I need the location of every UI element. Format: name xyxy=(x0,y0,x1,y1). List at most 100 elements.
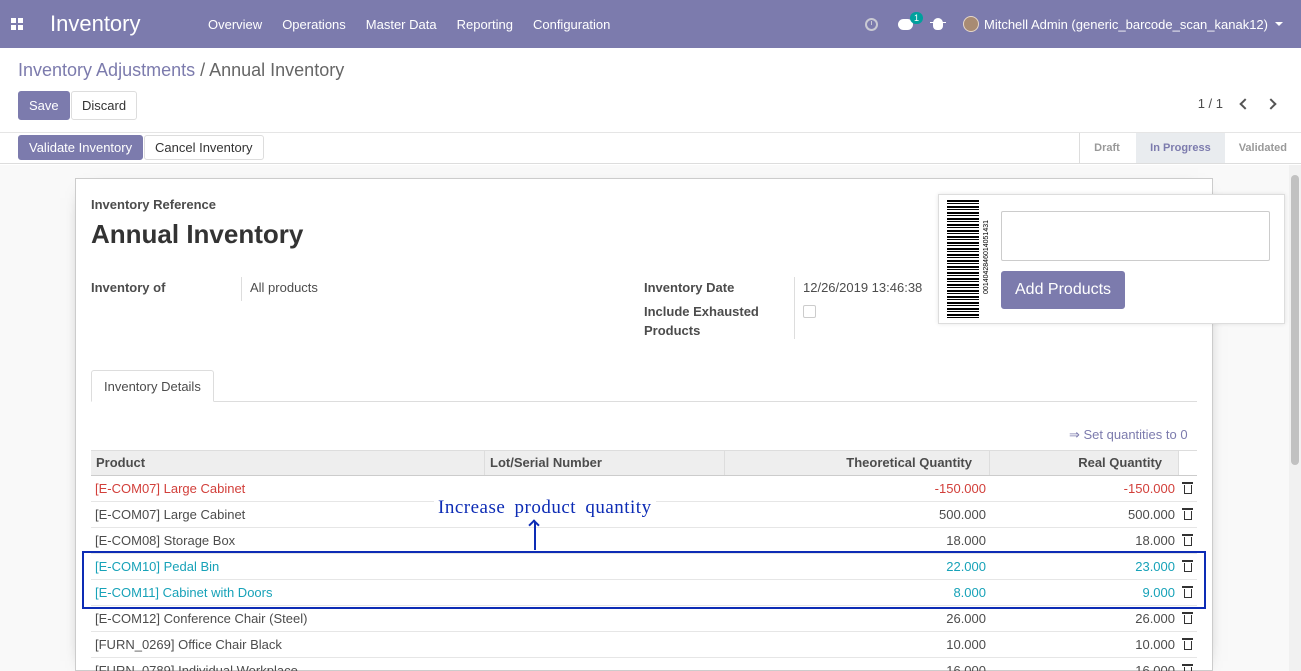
cancel-inventory-button[interactable]: Cancel Inventory xyxy=(144,135,264,160)
systray: 1 Mitchell Admin (generic_barcode_scan_k… xyxy=(855,0,1301,48)
highlight-box xyxy=(82,551,1206,609)
trash-icon xyxy=(1182,482,1193,494)
theoretical-quantity-cell[interactable]: 26.000 xyxy=(725,606,990,631)
trash-icon xyxy=(1182,664,1193,671)
header-theoretical-quantity[interactable]: Theoretical Quantity xyxy=(725,451,990,475)
product-cell[interactable]: [E-COM12] Conference Chair (Steel) xyxy=(91,606,485,631)
breadcrumb: Inventory Adjustments / Annual Inventory xyxy=(18,60,344,81)
real-quantity-cell[interactable]: 10.000 xyxy=(990,632,1179,657)
breadcrumb-current: Annual Inventory xyxy=(209,60,345,80)
barcode-image xyxy=(947,200,983,318)
theoretical-quantity-cell[interactable]: 16.000 xyxy=(725,658,990,671)
menu-overview[interactable]: Overview xyxy=(198,17,272,32)
scroll-thumb[interactable] xyxy=(1291,175,1299,465)
caret-down-icon xyxy=(1275,22,1283,26)
activity-button[interactable] xyxy=(855,17,888,31)
save-button[interactable]: Save xyxy=(18,91,70,120)
table-row[interactable]: [FURN_0789] Individual Workplace 16.000 16… xyxy=(91,658,1197,671)
product-cell[interactable]: [E-COM08] Storage Box xyxy=(91,528,485,553)
breadcrumb-separator: / xyxy=(195,60,210,80)
chat-icon: 1 xyxy=(898,11,924,30)
table-row[interactable]: [E-COM12] Conference Chair (Steel) 26.000… xyxy=(91,606,1197,632)
theoretical-quantity-cell[interactable]: 500.000 xyxy=(725,502,990,527)
inventory-reference-label: Inventory Reference xyxy=(91,197,216,212)
real-quantity-cell[interactable]: 26.000 xyxy=(990,606,1179,631)
product-cell[interactable]: [E-COM07] Large Cabinet xyxy=(91,502,485,527)
table-row[interactable]: [FURN_0269] Office Chair Black 10.000 10.0… xyxy=(91,632,1197,658)
annotation-text: Increase product quantity xyxy=(434,497,656,519)
top-navbar: Inventory Overview Operations Master Dat… xyxy=(0,0,1301,48)
breadcrumb-parent[interactable]: Inventory Adjustments xyxy=(18,60,195,80)
lot-serial-cell[interactable] xyxy=(485,658,725,671)
menu-configuration[interactable]: Configuration xyxy=(523,17,620,32)
pager-value: 1 / 1 xyxy=(1197,96,1223,111)
set-quantities-zero-link[interactable]: ⇒ Set quantities to 0 xyxy=(1069,427,1188,443)
add-products-button[interactable]: Add Products xyxy=(1001,271,1126,309)
inventory-reference-value: Annual Inventory xyxy=(91,219,304,249)
menu-operations[interactable]: Operations xyxy=(272,17,356,32)
app-brand[interactable]: Inventory xyxy=(50,11,182,37)
delete-row-button[interactable] xyxy=(1179,528,1197,553)
avatar xyxy=(963,16,979,32)
stage-bar: Draft In Progress Validated xyxy=(1079,133,1301,163)
header-product[interactable]: Product xyxy=(91,451,485,475)
delete-row-button[interactable] xyxy=(1179,502,1197,527)
header-lot-serial[interactable]: Lot/Serial Number xyxy=(485,451,725,475)
delete-row-button[interactable] xyxy=(1179,658,1197,671)
trash-icon xyxy=(1182,508,1193,520)
lot-serial-cell[interactable] xyxy=(485,632,725,657)
header-real-quantity[interactable]: Real Quantity xyxy=(990,451,1179,475)
inventory-date-value: 12/26/2019 13:46:38 xyxy=(803,280,923,295)
validate-inventory-button[interactable]: Validate Inventory xyxy=(18,135,144,160)
include-exhausted-label: Include Exhausted xyxy=(644,304,759,319)
trash-icon xyxy=(1182,638,1193,650)
menu-master-data[interactable]: Master Data xyxy=(356,17,447,32)
product-cell[interactable]: [FURN_0269] Office Chair Black xyxy=(91,632,485,657)
delete-row-button[interactable] xyxy=(1179,606,1197,631)
table-header: Product Lot/Serial Number Theoretical Qu… xyxy=(91,450,1197,476)
field-separator xyxy=(794,277,795,339)
pager: 1 / 1 xyxy=(1197,96,1277,111)
real-quantity-cell[interactable]: 16.000 xyxy=(990,658,1179,671)
chevron-right-icon[interactable] xyxy=(1265,97,1277,110)
menu-reporting[interactable]: Reporting xyxy=(447,17,523,32)
trash-icon xyxy=(1182,534,1193,546)
user-menu[interactable]: Mitchell Admin (generic_barcode_scan_kan… xyxy=(953,16,1301,32)
chevron-left-icon[interactable] xyxy=(1239,97,1251,110)
include-exhausted-label-2: Products xyxy=(644,323,701,338)
barcode-number: 0014042846014051431 xyxy=(983,220,990,294)
stage-draft[interactable]: Draft xyxy=(1080,133,1136,163)
product-cell[interactable]: [E-COM07] Large Cabinet xyxy=(91,476,485,501)
real-quantity-cell[interactable]: -150.000 xyxy=(990,476,1179,501)
product-cell[interactable]: [FURN_0789] Individual Workplace xyxy=(91,658,485,671)
real-quantity-cell[interactable]: 18.000 xyxy=(990,528,1179,553)
lot-serial-cell[interactable] xyxy=(485,606,725,631)
include-exhausted-checkbox[interactable] xyxy=(803,305,816,318)
tab-inventory-details[interactable]: Inventory Details xyxy=(91,370,214,402)
debug-button[interactable] xyxy=(923,18,953,30)
chat-count-badge: 1 xyxy=(910,11,924,24)
apps-menu-icon[interactable] xyxy=(0,0,34,48)
real-quantity-cell[interactable]: 500.000 xyxy=(990,502,1179,527)
tab-divider xyxy=(91,401,1197,402)
inventory-of-value: All products xyxy=(250,280,318,295)
main-menu: Overview Operations Master Data Reportin… xyxy=(198,17,620,32)
theoretical-quantity-cell[interactable]: 10.000 xyxy=(725,632,990,657)
inventory-date-label: Inventory Date xyxy=(644,280,735,295)
theoretical-quantity-cell[interactable]: -150.000 xyxy=(725,476,990,501)
stage-validated[interactable]: Validated xyxy=(1225,133,1301,163)
clock-icon xyxy=(865,17,878,31)
inventory-of-label: Inventory of xyxy=(91,280,166,295)
scrollbar[interactable] xyxy=(1289,165,1301,671)
messaging-button[interactable]: 1 xyxy=(888,11,924,30)
barcode-scan-widget: 0014042846014051431 Add Products xyxy=(938,194,1285,324)
theoretical-quantity-cell[interactable]: 18.000 xyxy=(725,528,990,553)
lot-serial-cell[interactable] xyxy=(485,528,725,553)
delete-row-button[interactable] xyxy=(1179,632,1197,657)
barcode-input[interactable] xyxy=(1001,211,1270,261)
trash-icon xyxy=(1182,612,1193,624)
delete-row-button[interactable] xyxy=(1179,476,1197,501)
arrow-up-icon xyxy=(534,522,536,550)
discard-button[interactable]: Discard xyxy=(71,91,138,120)
stage-in-progress[interactable]: In Progress xyxy=(1136,133,1225,163)
